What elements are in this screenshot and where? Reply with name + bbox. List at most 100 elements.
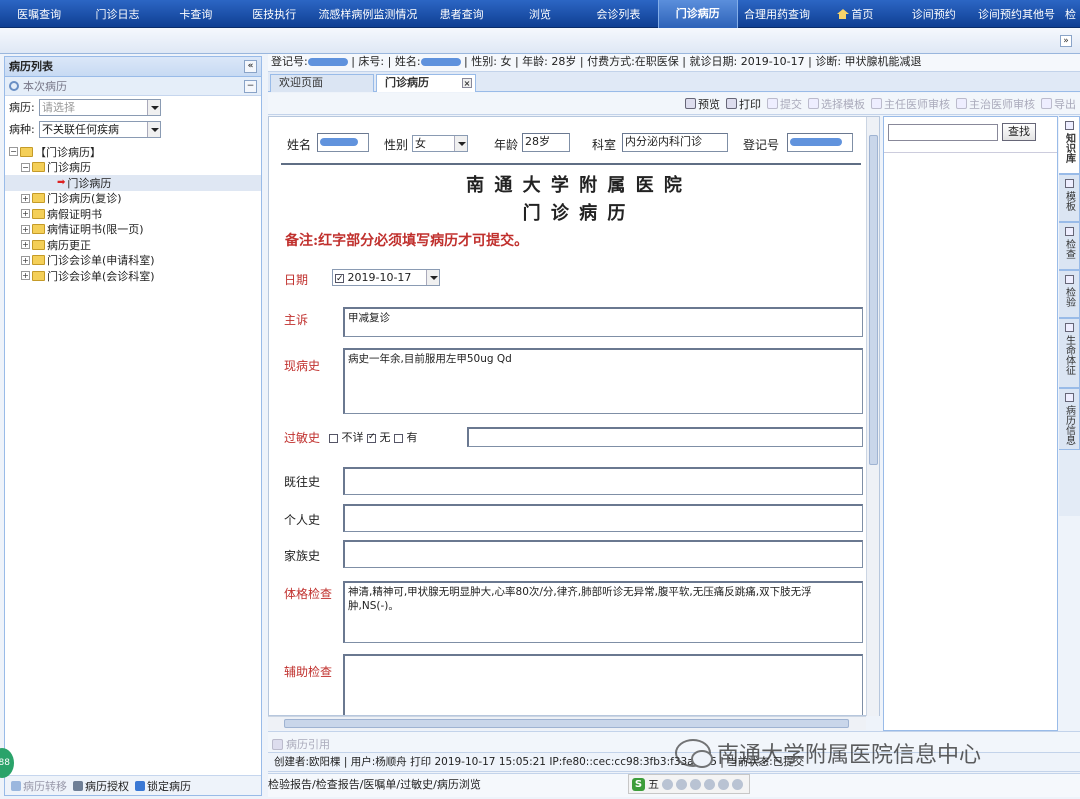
side-tab[interactable]: 病历信息 bbox=[1059, 388, 1080, 450]
watermark: 南通大学附属医院信息中心 bbox=[675, 733, 981, 773]
collapse-icon[interactable]: − bbox=[21, 162, 30, 172]
expand-icon[interactable]: + bbox=[21, 271, 30, 281]
close-icon[interactable]: × bbox=[462, 78, 472, 88]
tree-node[interactable]: − 门诊病历 bbox=[5, 160, 261, 176]
past-history-input[interactable] bbox=[343, 467, 863, 495]
personal-history-input[interactable] bbox=[343, 504, 863, 532]
tree-node[interactable]: + 病情证明书(限一页) bbox=[5, 222, 261, 238]
tab-outpatient-record[interactable]: 门诊病历 × bbox=[376, 74, 476, 92]
gender-select[interactable]: 女 bbox=[412, 135, 468, 152]
physical-exam-input[interactable]: 神清,精神可,甲状腺无明显肿大,心率80次/分,律齐,肺部听诊无异常,腹平软,无… bbox=[343, 581, 863, 643]
allergy-detail-input[interactable] bbox=[467, 427, 863, 447]
date-checkbox[interactable] bbox=[335, 272, 344, 287]
scroll-thumb[interactable] bbox=[284, 719, 849, 728]
search-button[interactable]: 查找 bbox=[1002, 123, 1036, 141]
nav-item[interactable]: 患者查询 bbox=[422, 6, 500, 22]
tab-welcome[interactable]: 欢迎页面 bbox=[270, 74, 374, 92]
form-horizontal-scrollbar[interactable] bbox=[268, 716, 866, 730]
expand-icon[interactable]: + bbox=[21, 224, 30, 234]
nav-item[interactable]: 会诊列表 bbox=[579, 6, 657, 22]
tree-node[interactable]: ➡ 门诊病历 bbox=[5, 175, 261, 191]
complaint-input[interactable]: 甲减复诊 bbox=[343, 307, 863, 337]
tree-node[interactable]: + 门诊病历(复诊) bbox=[5, 191, 261, 207]
tree-node[interactable]: − 【门诊病历】 bbox=[5, 144, 261, 160]
form-vertical-scrollbar[interactable] bbox=[866, 117, 879, 716]
tree-node[interactable]: + 门诊会诊单(会诊科室) bbox=[5, 268, 261, 284]
keyboard-icon[interactable] bbox=[704, 778, 715, 790]
aux-exam-input[interactable] bbox=[343, 654, 863, 715]
date-picker[interactable]: 2019-10-17 bbox=[332, 269, 440, 287]
ime-mode[interactable]: 五 bbox=[648, 776, 659, 792]
moon-icon[interactable] bbox=[662, 778, 673, 790]
nav-item[interactable]: 首页 bbox=[816, 6, 894, 22]
chevron-down-icon[interactable] bbox=[454, 136, 467, 151]
ime-logo-icon[interactable]: S bbox=[632, 777, 645, 791]
collapse-left-icon[interactable]: « bbox=[244, 60, 257, 73]
tools-icon[interactable] bbox=[732, 778, 743, 790]
search-input[interactable] bbox=[888, 124, 998, 141]
family-history-input[interactable] bbox=[343, 540, 863, 568]
nav-item[interactable]: 合理用药查询 bbox=[738, 6, 816, 22]
tree-node[interactable]: + 病历更正 bbox=[5, 237, 261, 253]
nav-item[interactable]: 医嘱查询 bbox=[0, 6, 78, 22]
visit-date-info: 就诊日期: 2019-10-17 bbox=[689, 55, 805, 68]
reg-label: 登记号: bbox=[271, 55, 308, 68]
name-field[interactable] bbox=[317, 133, 369, 152]
side-tab[interactable]: 模板 bbox=[1059, 174, 1080, 222]
section-header[interactable]: 本次病历 − bbox=[5, 77, 261, 96]
toolbar-button[interactable]: 导出 bbox=[1041, 96, 1076, 112]
toolbar-button[interactable]: 主治医师审核 bbox=[956, 96, 1035, 112]
tree-node[interactable]: + 门诊会诊单(申请科室) bbox=[5, 253, 261, 269]
nav-item[interactable]: 医技执行 bbox=[235, 6, 313, 22]
disease-select[interactable]: 不关联任何疾病 bbox=[39, 120, 161, 138]
exam-icon bbox=[1064, 227, 1074, 236]
authorize-icon bbox=[73, 780, 83, 791]
name-label: 姓名: bbox=[394, 55, 421, 68]
chevron-down-icon[interactable] bbox=[147, 99, 160, 115]
toolbar-button[interactable]: 预览 bbox=[685, 96, 720, 112]
side-tab[interactable]: 知识库 bbox=[1059, 116, 1080, 174]
expand-icon[interactable]: + bbox=[21, 255, 30, 265]
mic-icon[interactable] bbox=[690, 778, 701, 790]
present-illness-input[interactable]: 病史一年余,目前服用左甲50ug Qd bbox=[343, 348, 863, 414]
nav-item[interactable]: 检 bbox=[1060, 6, 1080, 22]
expand-icon[interactable]: + bbox=[21, 209, 30, 219]
side-tab[interactable]: 检查 bbox=[1059, 222, 1080, 270]
nav-item[interactable]: 诊间预约 bbox=[895, 6, 973, 22]
user-icon[interactable] bbox=[718, 778, 729, 790]
allergy-none-checkbox[interactable] bbox=[367, 432, 376, 443]
chevron-down-icon[interactable] bbox=[147, 121, 160, 137]
collapse-section-icon[interactable]: − bbox=[244, 80, 257, 93]
report-links[interactable]: 检验报告/检查报告/医嘱单/过敏史/病历浏览 bbox=[268, 778, 481, 791]
toolbar-button[interactable]: 选择模板 bbox=[808, 96, 865, 112]
allergy-yes-checkbox[interactable] bbox=[394, 433, 403, 443]
tree-node[interactable]: + 病假证明书 bbox=[5, 206, 261, 222]
nav-item[interactable]: 诊间预约其他号 bbox=[973, 6, 1060, 22]
nav-item[interactable]: 卡查询 bbox=[157, 6, 235, 22]
scroll-thumb[interactable] bbox=[869, 135, 878, 465]
record-select[interactable]: 请选择 bbox=[39, 98, 161, 116]
chevron-down-icon[interactable] bbox=[426, 270, 439, 285]
nav-item[interactable]: 门诊日志 bbox=[78, 6, 156, 22]
expand-icon[interactable]: » bbox=[1060, 35, 1072, 47]
allergy-unknown-checkbox[interactable] bbox=[329, 433, 338, 443]
toolbar-button[interactable]: 主任医师审核 bbox=[871, 96, 950, 112]
nav-item[interactable]: 门诊病历 bbox=[657, 0, 738, 28]
collapse-icon[interactable]: − bbox=[9, 147, 18, 157]
reg-field[interactable] bbox=[787, 133, 853, 152]
expand-icon[interactable]: + bbox=[21, 193, 30, 203]
nav-item[interactable]: 流感样病例监测情况 bbox=[313, 6, 422, 22]
expand-icon[interactable]: + bbox=[21, 240, 30, 250]
side-tab[interactable]: 生命体征 bbox=[1059, 318, 1080, 388]
left-footer-button[interactable]: 病历转移 bbox=[11, 778, 67, 794]
toolbar-button[interactable]: 打印 bbox=[726, 96, 761, 112]
punctuation-icon[interactable] bbox=[676, 778, 687, 790]
left-footer-button[interactable]: 锁定病历 bbox=[135, 778, 191, 794]
side-tab[interactable]: 检验 bbox=[1059, 270, 1080, 318]
age-field[interactable]: 28岁 bbox=[522, 133, 570, 152]
dept-field[interactable]: 内分泌内科门诊 bbox=[622, 133, 728, 152]
nav-item[interactable]: 浏览 bbox=[501, 6, 579, 22]
toolbar-button[interactable]: 提交 bbox=[767, 96, 802, 112]
record-reference-button[interactable]: 病历引用 bbox=[272, 736, 330, 752]
left-footer-button[interactable]: 病历授权 bbox=[73, 778, 129, 794]
